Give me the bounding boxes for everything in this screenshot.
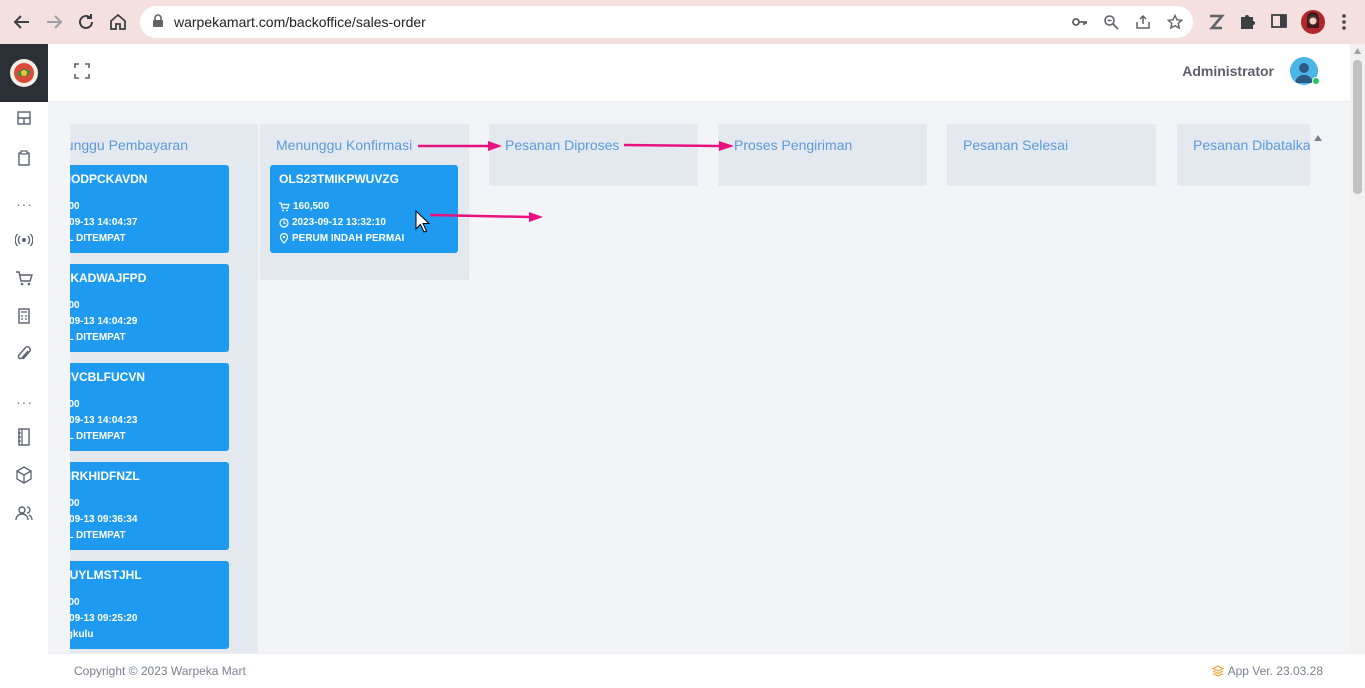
order-amount: 55,000: [70, 498, 80, 509]
clipboard-icon[interactable]: [14, 148, 34, 168]
order-datetime: 023-09-13 14:04:23: [70, 415, 138, 426]
order-card[interactable]: OLS23TMIKPWUVZG 160,500 2023-09-12 13:32…: [270, 165, 458, 253]
side-panel-icon[interactable]: [1270, 12, 1290, 32]
order-card[interactable]: 23NVCBLFUCVN 07,500 023-09-13 14:04:23 M…: [70, 363, 229, 451]
back-icon[interactable]: [10, 10, 34, 34]
lock-icon[interactable]: [152, 14, 168, 30]
order-card[interactable]: 23HODPCKAVDN 07,500 023-09-13 14:04:37 M…: [70, 165, 229, 253]
z-extension-icon[interactable]: [1206, 12, 1226, 32]
users-icon[interactable]: [14, 503, 34, 523]
scrollbar-thumb[interactable]: [1353, 60, 1362, 194]
order-amount: 07,500: [70, 300, 80, 311]
profile-avatar-icon[interactable]: [1301, 10, 1325, 34]
order-datetime: 2023-09-12 13:32:10: [292, 217, 386, 228]
order-id: 23NRKHIDFNZL: [70, 469, 140, 483]
kanban-board: nunggu Pembayaran 23HODPCKAVDN 07,500 02…: [70, 102, 1310, 653]
copyright-text: Copyright © 2023 Warpeka Mart: [74, 664, 246, 678]
page-scrollbar[interactable]: [1350, 44, 1365, 654]
app-version: App Ver. 23.03.28: [1211, 664, 1323, 678]
order-amount: 07,500: [70, 201, 80, 212]
order-id: 23HODPCKAVDN: [70, 172, 148, 186]
column-pesanan-diproses: Pesanan Diproses: [489, 124, 698, 186]
column-menunggu-pembayaran: nunggu Pembayaran 23HODPCKAVDN 07,500 02…: [70, 124, 258, 653]
order-amount: 160,500: [293, 201, 330, 212]
puzzle-extension-icon[interactable]: [1238, 12, 1258, 32]
column-title: nunggu Pembayaran: [70, 137, 188, 153]
order-id: 23XKADWAJFPD: [70, 271, 147, 285]
order-amount: 07,500: [70, 399, 80, 410]
bookmark-star-icon[interactable]: [1166, 13, 1184, 30]
home-icon[interactable]: [106, 10, 130, 34]
order-id: 23TUYLMSTJHL: [70, 568, 142, 582]
column-title: Proses Pengiriman: [734, 137, 853, 153]
calculator-icon[interactable]: [14, 306, 34, 326]
forward-icon[interactable]: [42, 10, 66, 34]
key-icon[interactable]: [1072, 14, 1088, 30]
dashboard-icon[interactable]: [14, 108, 34, 128]
order-datetime-row: 2023-09-12 13:32:10: [279, 217, 386, 228]
footer: Copyright © 2023 Warpeka Mart App Ver. 2…: [48, 653, 1350, 688]
main-content: nunggu Pembayaran 23HODPCKAVDN 07,500 02…: [48, 102, 1350, 653]
order-location: PERUM INDAH PERMAI: [292, 233, 405, 244]
order-location: MBIL DITEMPAT: [70, 431, 126, 442]
order-location: MBIL DITEMPAT: [70, 332, 126, 343]
order-card[interactable]: 23TUYLMSTJHL 61,000 023-09-13 09:25:20 b…: [70, 561, 229, 649]
sidebar: ··· ···: [0, 44, 48, 688]
order-location: MBIL DITEMPAT: [70, 233, 126, 244]
paperclip-icon[interactable]: [14, 344, 34, 364]
user-name[interactable]: Administrator: [1182, 63, 1274, 79]
box-icon[interactable]: [14, 465, 34, 485]
top-header: Administrator: [48, 44, 1350, 102]
order-id: 23NVCBLFUCVN: [70, 370, 146, 384]
column-pesanan-selesai: Pesanan Selesai: [947, 124, 1156, 186]
column-menunggu-konfirmasi: Menunggu Konfirmasi OLS23TMIKPWUVZG 160,…: [260, 124, 469, 280]
online-status-dot: [1312, 77, 1320, 85]
scrollbar-up-arrow-icon[interactable]: [1354, 48, 1361, 54]
cart-icon: [279, 201, 290, 211]
layers-icon: [1211, 665, 1224, 677]
column-title: Pesanan Selesai: [963, 137, 1069, 153]
order-location: MBIL DITEMPAT: [70, 530, 126, 541]
zoom-icon[interactable]: [1103, 14, 1119, 30]
warpeka-logo-icon: [10, 59, 38, 87]
order-datetime: 023-09-13 09:36:34: [70, 514, 138, 525]
column-pesanan-dibatalkan: Pesanan Dibatalka: [1177, 124, 1310, 186]
column-proses-pengiriman: Proses Pengiriman: [718, 124, 927, 186]
url-text[interactable]: warpekamart.com/backoffice/sales-order: [174, 14, 426, 30]
order-card[interactable]: 23NRKHIDFNZL 55,000 023-09-13 09:36:34 M…: [70, 462, 229, 550]
column-title: Pesanan Diproses: [505, 137, 620, 153]
clock-icon: [279, 217, 289, 228]
column-title: Menunggu Konfirmasi: [276, 137, 413, 153]
order-datetime: 023-09-13 14:04:29: [70, 316, 138, 327]
broadcast-icon[interactable]: [14, 230, 34, 250]
share-icon[interactable]: [1135, 14, 1151, 30]
order-card[interactable]: 23XKADWAJFPD 07,500 023-09-13 14:04:29 M…: [70, 264, 229, 352]
order-datetime: 023-09-13 09:25:20: [70, 613, 138, 624]
address-bar[interactable]: warpekamart.com/backoffice/sales-order: [140, 6, 1193, 38]
more-dots-icon: ···: [16, 394, 33, 410]
order-amount: 61,000: [70, 597, 80, 608]
logo[interactable]: [0, 44, 48, 102]
browser-menu-icon[interactable]: [1336, 12, 1356, 32]
fullscreen-icon[interactable]: [74, 63, 90, 79]
reload-icon[interactable]: [74, 10, 98, 34]
notebook-icon[interactable]: [14, 427, 34, 447]
scroll-up-arrow-icon[interactable]: [1314, 128, 1322, 146]
more-dots-icon: ···: [16, 196, 33, 212]
order-datetime: 023-09-13 14:04:37: [70, 217, 138, 228]
order-location-row: PERUM INDAH PERMAI: [279, 233, 404, 244]
app-version-text: App Ver. 23.03.28: [1227, 664, 1323, 678]
column-title: Pesanan Dibatalka: [1193, 137, 1310, 153]
order-amount-row: 160,500: [279, 201, 329, 212]
map-pin-icon: [279, 233, 289, 244]
browser-toolbar: warpekamart.com/backoffice/sales-order: [0, 0, 1365, 44]
order-id: OLS23TMIKPWUVZG: [279, 172, 400, 186]
order-location: bengkulu: [70, 629, 94, 640]
cart-icon[interactable]: [14, 268, 34, 288]
